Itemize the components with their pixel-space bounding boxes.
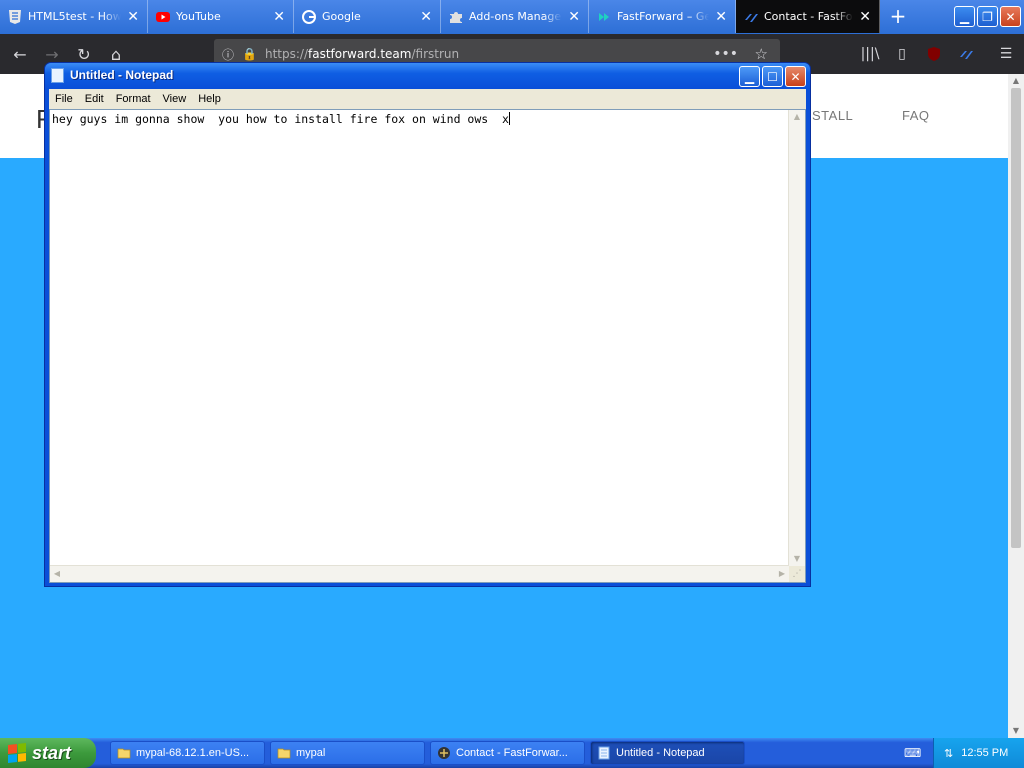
fastforward-icon	[597, 10, 611, 24]
notepad-horizontal-scrollbar[interactable]: ◀ ▶	[50, 565, 789, 582]
minimize-window-button[interactable]: ▁	[954, 6, 975, 27]
taskbar-item-browser[interactable]: Contact - FastForwar...	[430, 741, 585, 765]
scroll-down-arrow-icon[interactable]: ▼	[1008, 724, 1024, 738]
notepad-title-bar[interactable]: Untitled - Notepad ▁ ☐ ✕	[45, 63, 810, 89]
new-tab-button[interactable]: +	[884, 4, 912, 30]
resize-grip-icon[interactable]: ⋰	[789, 566, 805, 582]
bookmark-star-icon[interactable]: ☆	[755, 45, 768, 63]
menu-view[interactable]: View	[157, 93, 193, 105]
nav-link-faq[interactable]: FAQ	[902, 108, 930, 123]
tab-contact-fastforward[interactable]: Contact - FastFor ✕	[736, 0, 880, 33]
close-window-button[interactable]: ✕	[1000, 6, 1021, 27]
taskbar-item-notepad[interactable]: Untitled - Notepad	[590, 741, 745, 765]
network-icon[interactable]: ⇅	[944, 747, 953, 760]
page-scrollbar[interactable]: ▲ ▼	[1008, 74, 1024, 738]
menu-edit[interactable]: Edit	[79, 93, 110, 105]
notepad-window: Untitled - Notepad ▁ ☐ ✕ File Edit Forma…	[44, 62, 811, 587]
tab-google[interactable]: Google ✕	[294, 0, 441, 33]
scroll-up-arrow-icon[interactable]: ▲	[1008, 74, 1024, 88]
notepad-vertical-scrollbar[interactable]: ▲ ▼	[788, 110, 805, 566]
text-caret	[508, 112, 510, 125]
html5-icon	[8, 9, 22, 24]
back-arrow-icon[interactable]: ←	[8, 42, 32, 66]
taskbar-item-label: mypal-68.12.1.en-US...	[136, 747, 250, 759]
tab-addons-manager[interactable]: Add-ons Manager ✕	[441, 0, 589, 33]
menu-help[interactable]: Help	[192, 93, 227, 105]
taskbar-item-label: Untitled - Notepad	[616, 747, 705, 759]
close-tab-icon[interactable]: ✕	[420, 10, 432, 24]
lock-icon: 🔒	[242, 47, 257, 61]
notepad-maximize-button[interactable]: ☐	[762, 66, 783, 87]
taskbar: start mypal-68.12.1.en-US... mypal Conta…	[0, 738, 1024, 768]
notepad-menu-bar: File Edit Format View Help	[49, 89, 806, 109]
taskbar-item-mypal-folder[interactable]: mypal	[270, 741, 425, 765]
close-tab-icon[interactable]: ✕	[127, 10, 139, 24]
taskbar-item-label: Contact - FastForwar...	[456, 747, 568, 759]
folder-icon	[117, 748, 131, 759]
notepad-minimize-button[interactable]: ▁	[739, 66, 760, 87]
tab-label: Add-ons Manager	[469, 10, 563, 23]
url-text: https://fastforward.team/firstrun	[264, 47, 460, 61]
google-icon	[302, 9, 316, 24]
start-button[interactable]: start	[0, 738, 96, 768]
library-icon[interactable]: |||\	[858, 42, 882, 66]
clock[interactable]: 12:55 PM	[961, 747, 1008, 759]
system-tray: ⇅ 12:55 PM	[933, 738, 1024, 768]
taskbar-item-label: mypal	[296, 747, 326, 759]
tab-label: Google	[322, 10, 361, 23]
page-actions-icon[interactable]: •••	[713, 46, 738, 62]
fastforward-icon	[744, 10, 758, 24]
close-tab-icon[interactable]: ✕	[715, 10, 727, 24]
windows-logo-icon	[8, 743, 26, 763]
tab-label: HTML5test - How	[28, 10, 122, 23]
notepad-icon	[51, 68, 64, 83]
notepad-close-button[interactable]: ✕	[785, 66, 806, 87]
folder-icon	[277, 748, 291, 759]
youtube-icon	[156, 10, 170, 24]
tab-fastforward-get[interactable]: FastForward – Ge ✕	[589, 0, 736, 33]
menu-format[interactable]: Format	[110, 93, 157, 105]
menu-file[interactable]: File	[49, 93, 79, 105]
start-label: start	[32, 742, 72, 763]
notepad-text-area[interactable]: hey guys im gonna show you how to instal…	[49, 109, 806, 583]
puzzle-icon	[449, 10, 463, 24]
close-tab-icon[interactable]: ✕	[273, 10, 285, 24]
nav-link-install[interactable]: STALL	[812, 108, 853, 123]
scroll-right-arrow-icon[interactable]: ▶	[775, 567, 789, 581]
notepad-text: hey guys im gonna show you how to instal…	[52, 112, 509, 126]
notepad-icon	[598, 746, 610, 760]
close-tab-icon[interactable]: ✕	[859, 10, 871, 24]
taskbar-item-mypal-installer[interactable]: mypal-68.12.1.en-US...	[110, 741, 265, 765]
browser-tab-bar: HTML5test - How ✕ YouTube ✕ Google ✕ Add…	[0, 0, 1024, 34]
notepad-title: Untitled - Notepad	[70, 68, 174, 82]
tab-html5test[interactable]: HTML5test - How ✕	[0, 0, 148, 33]
scroll-down-arrow-icon[interactable]: ▼	[790, 552, 804, 566]
sidebar-icon[interactable]: ▯	[890, 42, 914, 66]
fastforward-extension-icon[interactable]	[954, 42, 978, 66]
keyboard-icon[interactable]: ⌨	[904, 746, 921, 760]
scrollbar-thumb[interactable]	[1011, 88, 1021, 548]
hamburger-menu-icon[interactable]: ☰	[994, 42, 1018, 66]
browser-icon	[438, 747, 450, 759]
restore-window-button[interactable]: ❐	[977, 6, 998, 27]
tab-youtube[interactable]: YouTube ✕	[148, 0, 294, 33]
scroll-up-arrow-icon[interactable]: ▲	[790, 110, 804, 124]
tab-label: FastForward – Ge	[617, 10, 710, 23]
ublock-icon[interactable]	[922, 42, 946, 66]
tab-label: Contact - FastFor	[764, 10, 854, 23]
tab-label: YouTube	[176, 10, 221, 23]
info-icon[interactable]: ⓘ	[222, 46, 234, 63]
scroll-left-arrow-icon[interactable]: ◀	[50, 567, 64, 581]
close-tab-icon[interactable]: ✕	[568, 10, 580, 24]
